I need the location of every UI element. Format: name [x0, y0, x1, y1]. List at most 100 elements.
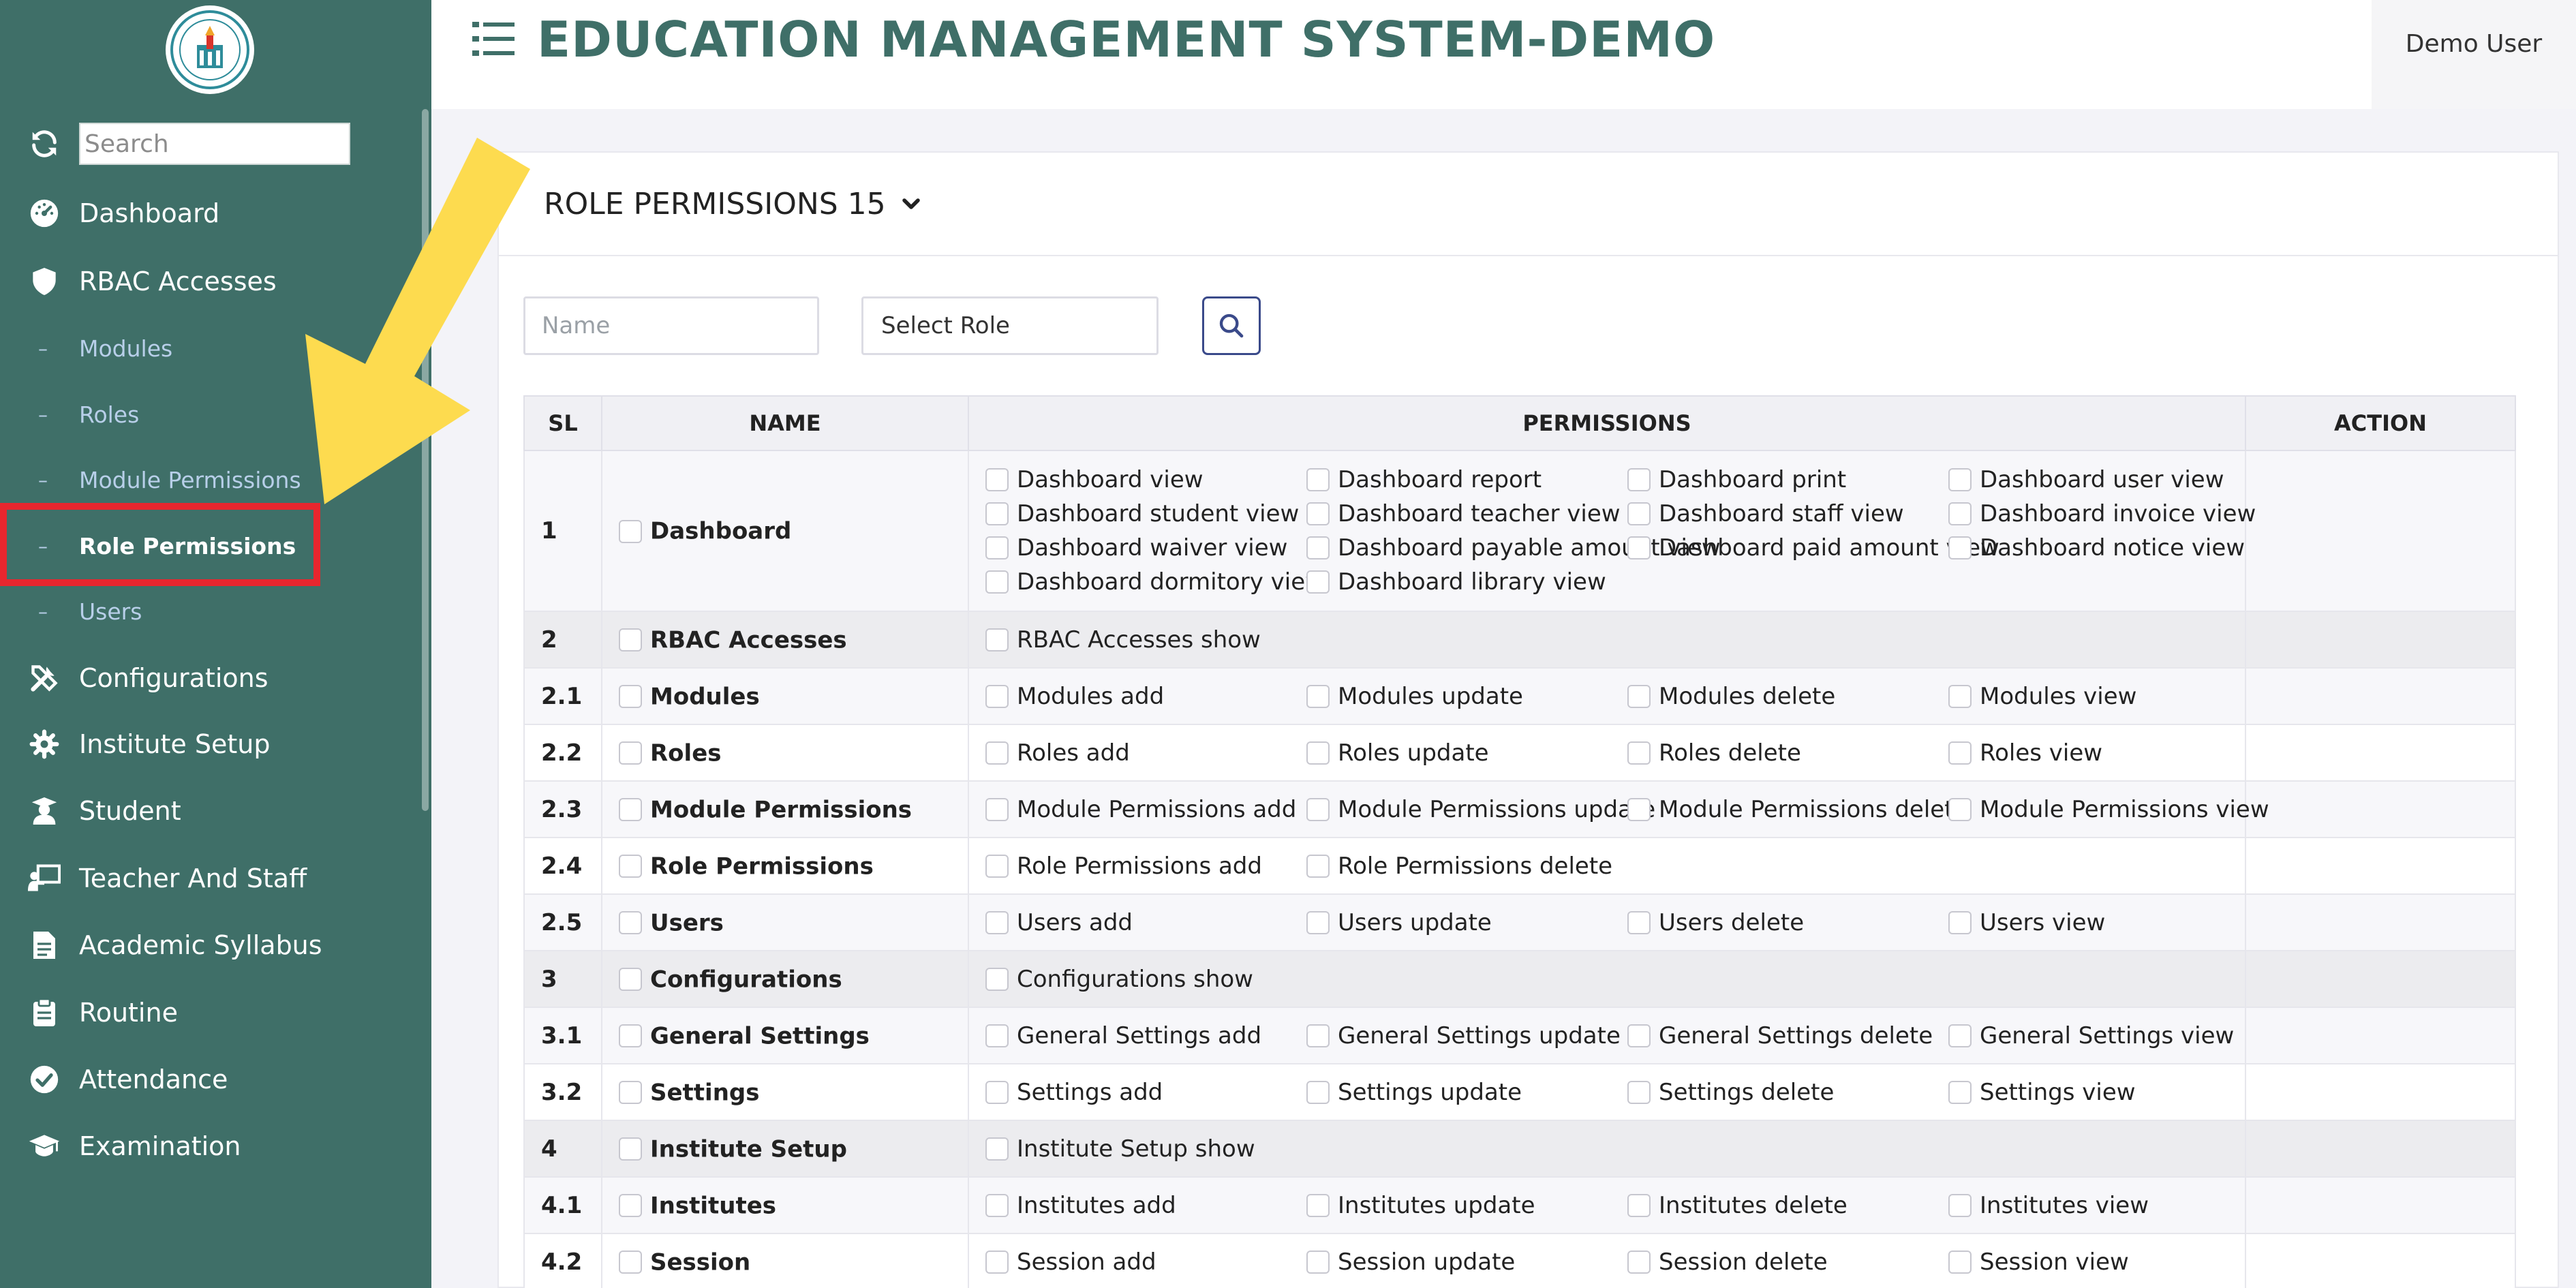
permission-checkbox[interactable] [985, 967, 1009, 991]
permission-checkbox[interactable] [1306, 468, 1330, 491]
refresh-icon[interactable] [27, 127, 61, 161]
permission-option[interactable]: Institutes view [1948, 1189, 2269, 1223]
permission-checkbox[interactable] [1306, 797, 1330, 821]
permission-checkbox[interactable] [985, 854, 1009, 878]
permission-option[interactable]: Dashboard report [1306, 463, 1627, 497]
permission-checkbox[interactable] [1306, 1024, 1330, 1047]
permission-option[interactable]: Modules add [985, 679, 1306, 714]
permission-option[interactable]: Module Permissions delete [1627, 793, 1967, 827]
permission-option[interactable]: Dashboard view [985, 463, 1306, 497]
sidebar-item-examination[interactable]: Examination [27, 1122, 241, 1170]
sidebar-subitem-roles[interactable]: – Roles [38, 394, 139, 435]
permission-option[interactable]: Roles update [1306, 736, 1627, 770]
permission-option[interactable]: Users view [1948, 906, 2269, 940]
permission-option[interactable]: Modules update [1306, 679, 1627, 714]
permission-checkbox[interactable] [1948, 1250, 1972, 1274]
permission-checkbox[interactable] [985, 536, 1009, 559]
permission-option[interactable]: Session view [1948, 1245, 2269, 1279]
module-select-all-checkbox[interactable] [619, 1137, 642, 1161]
sidebar-item-routine[interactable]: Routine [27, 989, 178, 1037]
permission-option[interactable]: Dashboard notice view [1948, 531, 2269, 565]
permission-option[interactable]: Users update [1306, 906, 1627, 940]
permission-checkbox[interactable] [1948, 536, 1972, 559]
permission-option[interactable]: Dashboard user view [1948, 463, 2269, 497]
module-select-all-checkbox[interactable] [619, 968, 642, 992]
permission-option[interactable]: Role Permissions delete [1306, 849, 1627, 883]
permission-checkbox[interactable] [1948, 468, 1972, 491]
permission-option[interactable]: General Settings add [985, 1019, 1306, 1053]
module-select-all-checkbox[interactable] [619, 1194, 642, 1218]
permission-checkbox[interactable] [1306, 536, 1330, 559]
permission-checkbox[interactable] [985, 1250, 1009, 1274]
sidebar-item-teacher-and-staff[interactable]: Teacher And Staff [27, 855, 307, 902]
permission-checkbox[interactable] [1627, 1080, 1651, 1104]
permission-option[interactable]: Module Permissions add [985, 793, 1306, 827]
permission-checkbox[interactable] [1627, 1250, 1651, 1274]
permission-checkbox[interactable] [1306, 1193, 1330, 1217]
permission-option[interactable]: Institutes add [985, 1189, 1306, 1223]
module-select-all-checkbox[interactable] [619, 685, 642, 709]
permission-checkbox[interactable] [1306, 570, 1330, 594]
permission-checkbox[interactable] [985, 741, 1009, 765]
permission-checkbox[interactable] [985, 1193, 1009, 1217]
permission-checkbox[interactable] [985, 570, 1009, 594]
permission-option[interactable]: Session delete [1627, 1245, 1948, 1279]
permission-option[interactable]: General Settings update [1306, 1019, 1627, 1053]
permission-option[interactable]: Dashboard student view [985, 497, 1306, 531]
permission-option[interactable]: Modules delete [1627, 679, 1948, 714]
permission-checkbox[interactable] [1627, 741, 1651, 765]
permission-option[interactable]: General Settings view [1948, 1019, 2269, 1053]
permission-option[interactable]: Roles add [985, 736, 1306, 770]
permission-checkbox[interactable] [1948, 797, 1972, 821]
module-select-all-checkbox[interactable] [619, 628, 642, 652]
sidebar-subitem-users[interactable]: – Users [38, 591, 142, 632]
permission-checkbox[interactable] [1627, 468, 1651, 491]
sidebar-item-institute-setup[interactable]: Institute Setup [27, 720, 271, 768]
permission-option[interactable]: Dashboard print [1627, 463, 1948, 497]
permission-checkbox[interactable] [985, 628, 1009, 651]
permission-checkbox[interactable] [985, 1024, 1009, 1047]
permission-option[interactable]: RBAC Accesses show [985, 623, 1306, 657]
permission-checkbox[interactable] [1306, 684, 1330, 708]
permission-checkbox[interactable] [1306, 1250, 1330, 1274]
module-select-all-checkbox[interactable] [619, 855, 642, 878]
search-button[interactable] [1202, 296, 1261, 355]
permission-option[interactable]: Dashboard teacher view [1306, 497, 1627, 531]
permission-checkbox[interactable] [985, 502, 1009, 525]
name-filter-input[interactable] [523, 296, 819, 355]
permission-option[interactable]: General Settings delete [1627, 1019, 1948, 1053]
module-select-all-checkbox[interactable] [619, 741, 642, 765]
permission-option[interactable]: Dashboard payable amount view [1306, 531, 1721, 565]
permission-option[interactable]: Institute Setup show [985, 1132, 1306, 1166]
user-menu[interactable]: Demo User [2372, 0, 2576, 109]
sidebar-item-rbac-accesses[interactable]: RBAC Accesses [27, 258, 277, 305]
permission-checkbox[interactable] [1627, 684, 1651, 708]
permission-checkbox[interactable] [985, 468, 1009, 491]
sidebar-subitem-module-permissions[interactable]: – Module Permissions [38, 459, 301, 500]
permission-option[interactable]: Dashboard waiver view [985, 531, 1306, 565]
permission-checkbox[interactable] [985, 684, 1009, 708]
sidebar-item-dashboard[interactable]: Dashboard [27, 189, 219, 237]
permission-checkbox[interactable] [1306, 502, 1330, 525]
permission-option[interactable]: Dashboard paid amount view [1627, 531, 1999, 565]
permission-checkbox[interactable] [1627, 502, 1651, 525]
chevron-down-icon[interactable] [901, 194, 921, 214]
permission-checkbox[interactable] [1948, 910, 1972, 934]
sidebar-item-attendance[interactable]: Attendance [27, 1056, 228, 1103]
permission-checkbox[interactable] [1948, 1024, 1972, 1047]
module-select-all-checkbox[interactable] [619, 911, 642, 935]
permission-option[interactable]: Users add [985, 906, 1306, 940]
menu-list-icon[interactable] [472, 20, 515, 57]
permission-checkbox[interactable] [1306, 1080, 1330, 1104]
permission-checkbox[interactable] [985, 797, 1009, 821]
permission-checkbox[interactable] [1627, 1024, 1651, 1047]
permission-option[interactable]: Module Permissions update [1306, 793, 1655, 827]
permission-option[interactable]: Dashboard dormitory view [985, 565, 1324, 599]
module-select-all-checkbox[interactable] [619, 1081, 642, 1105]
permission-checkbox[interactable] [1627, 797, 1651, 821]
module-select-all-checkbox[interactable] [619, 519, 642, 543]
permission-checkbox[interactable] [1306, 854, 1330, 878]
permission-checkbox[interactable] [1948, 502, 1972, 525]
permission-option[interactable]: Settings update [1306, 1075, 1627, 1109]
permission-option[interactable]: Dashboard library view [1306, 565, 1627, 599]
